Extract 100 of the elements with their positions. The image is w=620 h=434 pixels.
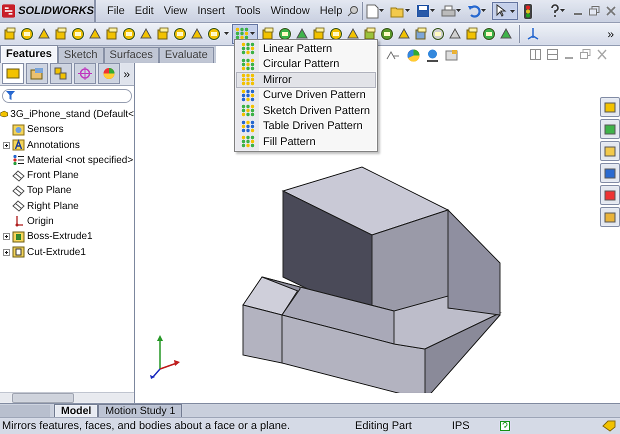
task-pane-tab[interactable] bbox=[600, 162, 620, 183]
traffic-light-icon[interactable] bbox=[524, 4, 532, 18]
view-settings-icon[interactable] bbox=[445, 48, 458, 62]
menu-option[interactable]: Fill Pattern bbox=[236, 134, 376, 150]
caret-icon[interactable] bbox=[379, 9, 384, 13]
feature-icon[interactable] bbox=[380, 26, 394, 41]
caret-icon[interactable] bbox=[430, 9, 436, 13]
save-icon[interactable] bbox=[416, 4, 430, 18]
command-tab[interactable]: Evaluate bbox=[158, 46, 214, 63]
expand-icon[interactable] bbox=[2, 142, 10, 148]
feature-icon[interactable] bbox=[465, 26, 479, 41]
tree-item[interactable]: Cut-Extrude1 bbox=[0, 244, 134, 260]
menu-item[interactable]: Tools bbox=[230, 5, 266, 17]
panel-tab[interactable] bbox=[26, 63, 48, 84]
split-view-icon[interactable] bbox=[547, 48, 558, 60]
panel-tab[interactable] bbox=[2, 63, 24, 84]
tree-item[interactable]: Annotations bbox=[0, 137, 134, 153]
tree-item[interactable]: Sensors bbox=[0, 122, 134, 138]
axis-icon[interactable] bbox=[526, 26, 540, 41]
document-tab[interactable]: Motion Study 1 bbox=[98, 404, 182, 418]
feature-icon[interactable] bbox=[397, 26, 411, 41]
new-document-icon[interactable] bbox=[366, 4, 380, 18]
menu-item[interactable]: Window bbox=[266, 5, 315, 17]
caret-icon[interactable] bbox=[481, 9, 486, 13]
feature-icon[interactable] bbox=[207, 26, 221, 41]
feature-icon[interactable] bbox=[431, 26, 445, 41]
feature-icon[interactable] bbox=[173, 26, 187, 41]
feature-icon[interactable] bbox=[122, 26, 136, 41]
printer-icon[interactable] bbox=[441, 4, 456, 18]
feature-icon[interactable] bbox=[105, 26, 119, 41]
feature-icon[interactable] bbox=[261, 26, 275, 41]
expand-icon[interactable] bbox=[2, 233, 10, 240]
menu-option[interactable]: Mirror bbox=[236, 72, 376, 88]
feature-icon[interactable] bbox=[346, 26, 360, 41]
menu-item[interactable]: Edit bbox=[130, 5, 159, 17]
caret-icon[interactable] bbox=[250, 32, 255, 36]
feature-icon[interactable] bbox=[3, 26, 17, 41]
feature-icon[interactable] bbox=[499, 26, 513, 41]
status-units[interactable]: IPS bbox=[452, 420, 470, 432]
feature-icon[interactable] bbox=[329, 26, 343, 41]
feature-icon[interactable] bbox=[363, 26, 377, 41]
task-pane-tab[interactable] bbox=[600, 140, 620, 161]
caret-icon[interactable] bbox=[405, 9, 410, 13]
feature-icon[interactable] bbox=[312, 26, 326, 41]
tree-item[interactable]: Boss-Extrude1 bbox=[0, 229, 134, 244]
feature-icon[interactable] bbox=[71, 26, 85, 41]
menu-option[interactable]: Curve Driven Pattern bbox=[236, 88, 376, 103]
expand-icon[interactable] bbox=[2, 248, 10, 256]
tag-icon[interactable] bbox=[602, 420, 616, 432]
menu-option[interactable]: Table Driven Pattern bbox=[236, 118, 376, 134]
tree-item[interactable]: Right Plane bbox=[0, 198, 134, 214]
cursor-icon[interactable] bbox=[492, 2, 518, 20]
tree-item[interactable]: Top Plane bbox=[0, 183, 134, 199]
task-pane-tab[interactable] bbox=[600, 118, 620, 139]
document-tab[interactable]: Model bbox=[54, 404, 98, 418]
feature-icon[interactable] bbox=[37, 26, 51, 41]
filter-field[interactable] bbox=[2, 88, 132, 103]
close-icon[interactable] bbox=[606, 6, 616, 16]
feature-icon[interactable] bbox=[156, 26, 170, 41]
split-view-icon[interactable] bbox=[530, 48, 541, 60]
command-tab[interactable]: Features bbox=[0, 44, 58, 63]
toolbar-overflow[interactable]: » bbox=[607, 26, 620, 41]
menu-item[interactable]: Insert bbox=[192, 5, 230, 17]
panel-overflow[interactable]: » bbox=[123, 66, 134, 81]
tree-item[interactable]: 3G_iPhone_stand (Default< bbox=[0, 106, 134, 122]
panel-tab[interactable] bbox=[74, 63, 96, 84]
feature-icon[interactable] bbox=[20, 26, 34, 41]
tree-item[interactable]: Front Plane bbox=[0, 168, 134, 184]
feature-icon[interactable] bbox=[278, 26, 292, 41]
undo-icon[interactable] bbox=[467, 4, 482, 18]
feature-icon[interactable] bbox=[54, 26, 68, 41]
tree-item[interactable]: Material <not specified> bbox=[0, 152, 134, 168]
feature-icon[interactable] bbox=[190, 26, 204, 41]
horizontal-scrollbar[interactable] bbox=[0, 392, 134, 404]
panel-tab[interactable] bbox=[98, 63, 120, 84]
menu-item[interactable]: File bbox=[102, 5, 130, 17]
caret-icon[interactable] bbox=[224, 32, 229, 36]
panel-tab[interactable] bbox=[50, 63, 72, 84]
appearance-icon[interactable] bbox=[407, 48, 420, 62]
feature-icon[interactable] bbox=[414, 26, 428, 41]
restore-icon[interactable] bbox=[589, 6, 600, 16]
command-tab[interactable]: Sketch bbox=[58, 46, 104, 63]
feature-icon[interactable] bbox=[139, 26, 153, 41]
menu-option[interactable]: Linear Pattern bbox=[236, 41, 376, 56]
tree-item[interactable]: Origin bbox=[0, 214, 134, 230]
scene-icon[interactable] bbox=[426, 48, 439, 62]
menu-option[interactable]: Sketch Driven Pattern bbox=[236, 103, 376, 118]
menu-option[interactable]: Circular Pattern bbox=[236, 56, 376, 72]
menu-item[interactable]: Help bbox=[314, 5, 348, 17]
feature-icon[interactable] bbox=[482, 26, 496, 41]
command-tab[interactable]: Surfaces bbox=[104, 46, 159, 63]
task-pane-tab[interactable] bbox=[600, 96, 620, 117]
task-pane-tab[interactable] bbox=[600, 184, 620, 205]
feature-icon[interactable] bbox=[448, 26, 462, 41]
caret-icon[interactable] bbox=[456, 9, 462, 13]
task-pane-tab[interactable] bbox=[600, 206, 620, 227]
help-icon[interactable] bbox=[550, 4, 560, 18]
menu-item[interactable]: View bbox=[158, 5, 192, 17]
caret-icon[interactable] bbox=[560, 9, 566, 13]
display-style-icon[interactable] bbox=[385, 48, 401, 62]
